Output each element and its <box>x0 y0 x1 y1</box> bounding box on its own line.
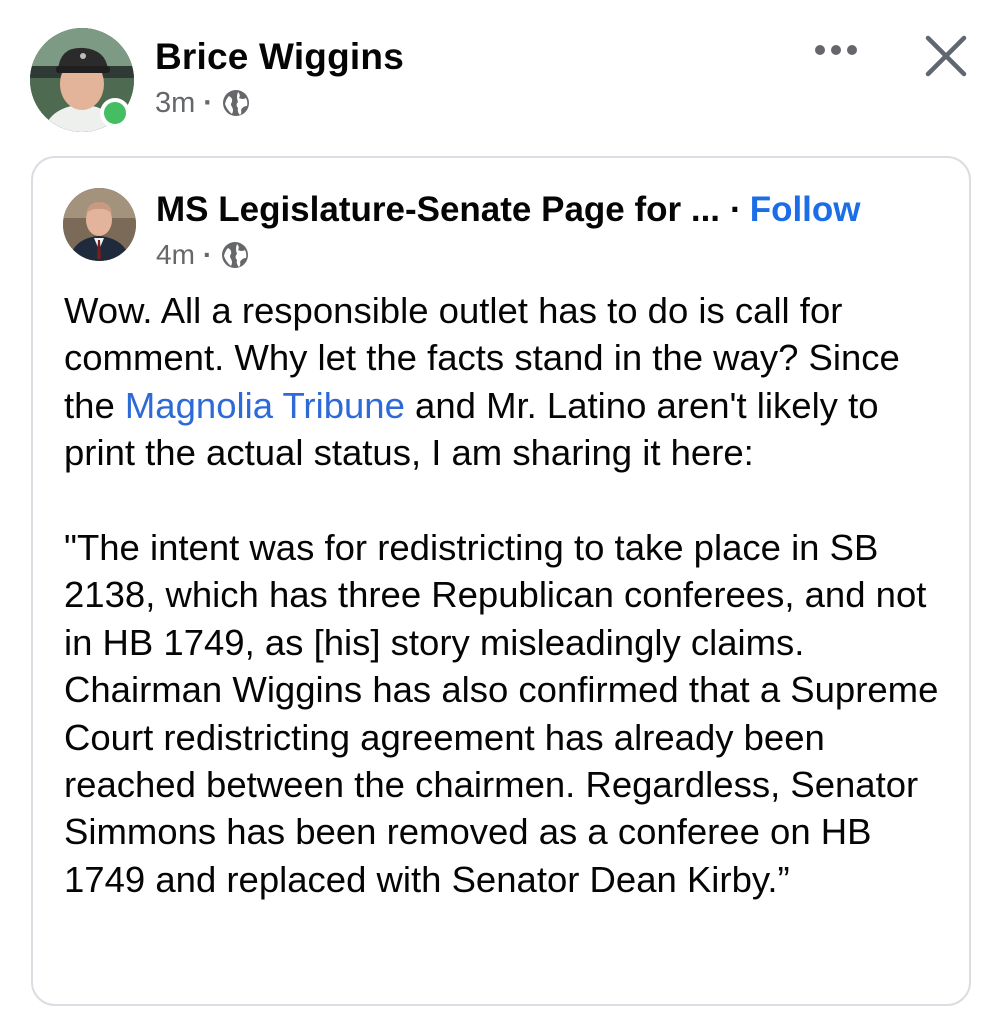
author-name[interactable]: Brice Wiggins <box>155 36 404 78</box>
post-paragraph-quote: "The intent was for redistricting to tak… <box>64 527 939 900</box>
follow-button[interactable]: Follow <box>750 190 861 230</box>
globe-icon <box>221 88 251 118</box>
post-meta: 3m · <box>155 85 251 121</box>
more-horizontal-icon <box>814 43 858 61</box>
post-time[interactable]: 3m <box>155 87 195 120</box>
close-button[interactable] <box>918 28 974 84</box>
shared-post-time[interactable]: 4m <box>156 239 195 271</box>
page-name[interactable]: MS Legislature-Senate Page for ... <box>156 190 720 230</box>
shared-post-text: Wow. All a responsible outlet has to do … <box>64 287 954 903</box>
meta-separator: · <box>202 239 213 270</box>
shared-post-meta: 4m · <box>156 238 250 272</box>
meta-separator: · <box>203 86 213 119</box>
page-avatar[interactable] <box>63 188 136 261</box>
tagged-page-link[interactable]: Magnolia Tribune <box>125 385 405 426</box>
follow-separator: · <box>730 190 742 229</box>
post-paragraph: Wow. All a responsible outlet has to do … <box>64 287 954 477</box>
page-header-row: MS Legislature-Senate Page for ... · Fol… <box>156 188 861 232</box>
globe-icon <box>220 240 250 270</box>
close-icon <box>918 35 974 88</box>
shared-post-card[interactable]: MS Legislature-Senate Page for ... · Fol… <box>31 156 971 1006</box>
more-options-button[interactable] <box>808 32 864 72</box>
online-status-indicator <box>100 98 130 128</box>
post-header: Brice Wiggins 3m · <box>0 0 1004 150</box>
